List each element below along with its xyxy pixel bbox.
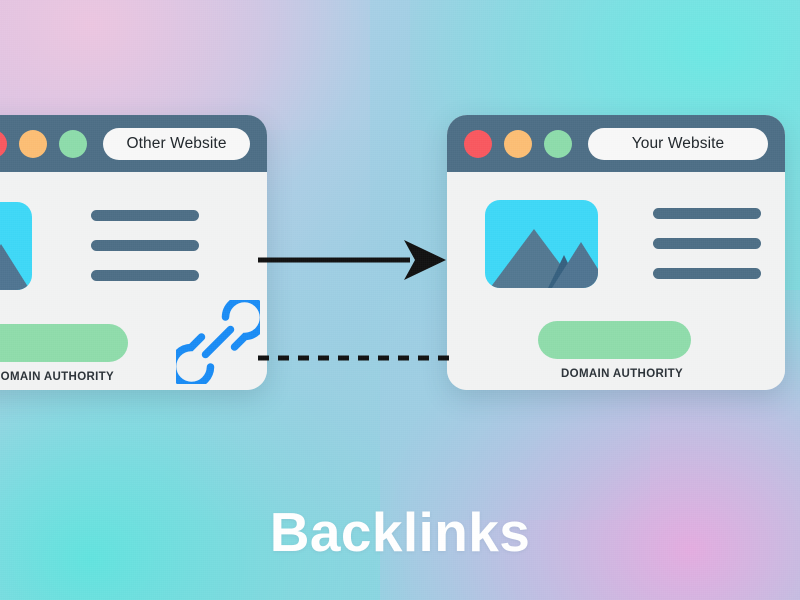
content-line — [653, 268, 761, 279]
thumbnail-image-your-website — [485, 200, 598, 288]
url-bar-other-website[interactable]: Other Website — [103, 127, 250, 160]
maximize-dot-icon[interactable] — [59, 129, 87, 158]
content-line — [91, 270, 199, 281]
dashed-line-connector — [258, 355, 454, 361]
url-bar-your-website[interactable]: Your Website — [588, 127, 768, 160]
domain-authority-label-your-website: DOMAIN AUTHORITY — [561, 368, 684, 380]
content-line — [653, 208, 761, 219]
minimize-dot-icon[interactable] — [504, 129, 532, 158]
cta-pill-other-website[interactable] — [0, 324, 128, 362]
browser-window-your-website: Your Website DOMAIN AUTHORITY — [447, 115, 785, 390]
content-line — [91, 240, 199, 251]
content-line — [653, 238, 761, 249]
close-dot-icon[interactable] — [464, 129, 492, 158]
maximize-dot-icon[interactable] — [544, 129, 572, 158]
content-line — [91, 210, 199, 221]
cta-pill-your-website[interactable] — [538, 321, 691, 359]
illustration-canvas: Other Website DOMAIN AUTHORITY Your Webs… — [0, 0, 800, 600]
minimize-dot-icon[interactable] — [19, 129, 47, 158]
window-body-your-website: DOMAIN AUTHORITY — [447, 172, 785, 390]
solid-arrow-connector — [258, 240, 446, 280]
titlebar-your-website: Your Website — [447, 115, 785, 172]
thumbnail-image-other-website — [0, 202, 32, 290]
domain-authority-label-other-website: DOMAIN AUTHORITY — [0, 371, 115, 383]
chain-link-icon — [176, 300, 260, 384]
titlebar-other-website: Other Website — [0, 115, 267, 172]
close-dot-icon[interactable] — [0, 129, 7, 158]
page-title: Backlinks — [269, 501, 531, 563]
